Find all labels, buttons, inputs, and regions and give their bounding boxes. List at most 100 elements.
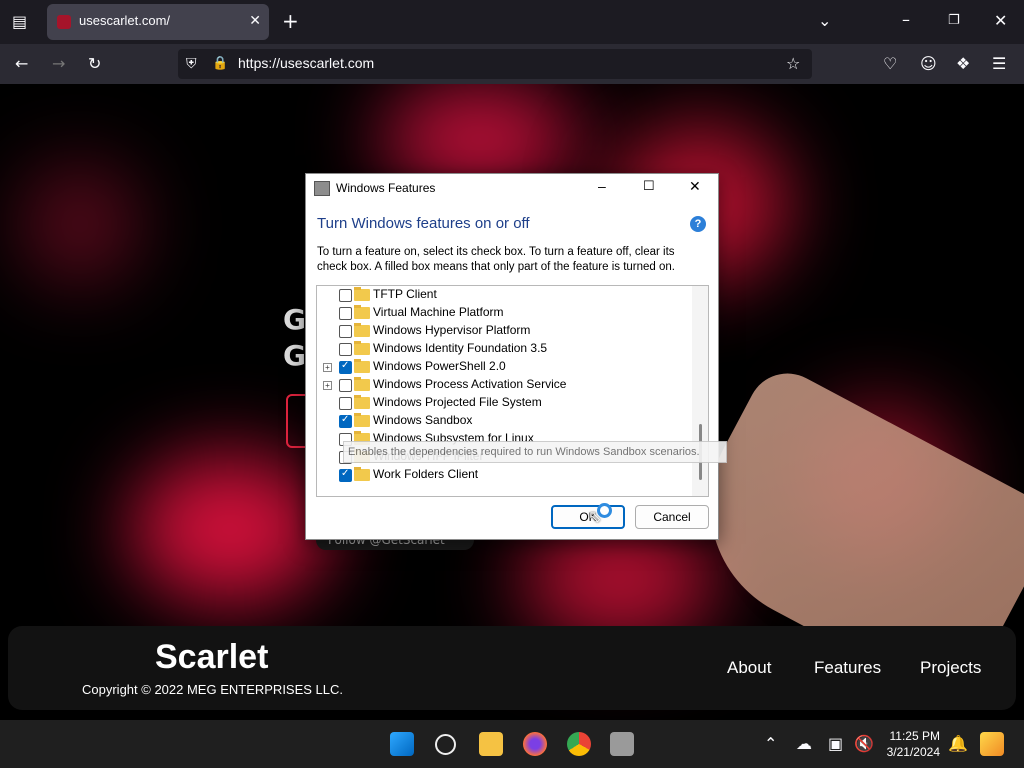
- feature-checkbox[interactable]: [339, 289, 352, 302]
- feature-label[interactable]: Windows Process Activation Service: [373, 377, 566, 391]
- hero-line: G: [283, 339, 306, 372]
- folder-icon: [354, 341, 370, 355]
- background-glow: [130, 454, 330, 604]
- feature-checkbox[interactable]: [339, 360, 352, 374]
- hero-line: G: [283, 303, 306, 336]
- copyright-text: Copyright © 2022 MEG ENTERPRISES LLC.: [82, 682, 344, 697]
- folder-icon: [354, 395, 370, 409]
- help-icon[interactable]: ?: [690, 216, 706, 232]
- clock-date: 3/21/2024: [886, 745, 940, 759]
- network-icon[interactable]: ▣: [828, 736, 843, 752]
- folder-icon: [354, 413, 370, 427]
- folder-icon: [354, 305, 370, 319]
- dialog-minimize-icon[interactable]: –: [598, 178, 606, 194]
- account-icon[interactable]: ☺: [920, 56, 937, 72]
- menu-icon[interactable]: ☰: [992, 56, 1006, 72]
- feature-label[interactable]: Windows Hypervisor Platform: [373, 323, 530, 337]
- feature-label[interactable]: Windows PowerShell 2.0: [373, 359, 506, 373]
- feature-checkbox[interactable]: [339, 397, 352, 410]
- tab-close-icon[interactable]: ✕: [249, 13, 261, 29]
- folder-icon: [354, 377, 370, 391]
- feature-label[interactable]: Windows Sandbox: [373, 413, 472, 427]
- feature-checkbox[interactable]: [339, 414, 352, 428]
- pocket-icon[interactable]: ♡: [883, 56, 897, 72]
- nav-link-projects[interactable]: Projects: [920, 658, 981, 678]
- show-hidden-icons-chevron-icon[interactable]: ⌃: [764, 736, 777, 752]
- expand-icon[interactable]: +: [323, 363, 332, 372]
- onedrive-icon[interactable]: ☁: [796, 736, 812, 752]
- search-icon[interactable]: [435, 734, 456, 755]
- feature-checkbox[interactable]: [339, 325, 352, 338]
- start-menu-icon[interactable]: [390, 732, 414, 756]
- back-icon[interactable]: ←: [15, 56, 28, 72]
- address-bar[interactable]: ⛨ 🔒 https://usescarlet.com ☆: [178, 49, 812, 79]
- folder-icon: [354, 287, 370, 301]
- chrome-icon[interactable]: [567, 732, 591, 756]
- restore-window-icon[interactable]: ❐: [948, 13, 960, 29]
- background-glow: [20, 164, 140, 284]
- windows-features-taskbar-icon[interactable]: [610, 732, 634, 756]
- clock-time: 11:25 PM: [889, 729, 940, 743]
- reload-icon[interactable]: ↻: [88, 56, 101, 72]
- extensions-icon[interactable]: ❖: [956, 56, 970, 72]
- expand-icon[interactable]: +: [323, 381, 332, 390]
- feature-row[interactable]: Work Folders Client: [317, 466, 697, 484]
- folder-icon: [354, 359, 370, 373]
- browser-toolbar: ← → ↻ ⛨ 🔒 https://usescarlet.com ☆ ♡ ☺ ❖…: [0, 44, 1024, 84]
- feature-checkbox[interactable]: [339, 468, 352, 482]
- tab-overview-icon[interactable]: ▤: [12, 14, 27, 30]
- feature-label[interactable]: Windows Projected File System: [373, 395, 542, 409]
- windows-features-dialog: Windows Features – ☐ ✕ Turn Windows feat…: [305, 173, 719, 540]
- dialog-description: To turn a feature on, select its check b…: [317, 246, 675, 273]
- windows-features-icon: [314, 181, 330, 196]
- shield-icon[interactable]: ⛨: [186, 56, 197, 72]
- feature-checkbox[interactable]: [339, 379, 352, 392]
- feature-label[interactable]: Work Folders Client: [373, 467, 478, 481]
- features-tree[interactable]: TFTP Client Virtual Machine Platform Windo…: [316, 285, 709, 497]
- site-favicon-icon: [57, 15, 71, 29]
- system-clock[interactable]: 11:25 PM 3/21/2024: [880, 728, 940, 760]
- file-explorer-icon[interactable]: [479, 732, 503, 756]
- dialog-close-icon[interactable]: ✕: [689, 178, 701, 195]
- close-window-icon[interactable]: ✕: [994, 13, 1007, 29]
- brand-logo[interactable]: Scarlet: [155, 638, 268, 677]
- feature-checkbox[interactable]: [339, 307, 352, 320]
- lock-icon[interactable]: 🔒: [212, 56, 228, 72]
- feature-label[interactable]: Virtual Machine Platform: [373, 305, 504, 319]
- scrollbar[interactable]: [692, 286, 708, 496]
- folder-icon: [354, 323, 370, 337]
- feature-row[interactable]: Windows Sandbox: [317, 412, 697, 430]
- feature-label[interactable]: TFTP Client: [373, 287, 437, 301]
- bookmark-star-icon[interactable]: ☆: [786, 56, 800, 72]
- feature-row[interactable]: Windows Identity Foundation 3.5: [317, 340, 697, 358]
- browser-tab-bar: ▤ usescarlet.com/ ✕ + ⌄ – ❐ ✕: [0, 0, 1024, 44]
- mouse-cursor-icon: ⬁: [588, 507, 602, 526]
- site-footer: Scarlet Copyright © 2022 MEG ENTERPRISES…: [8, 626, 1016, 710]
- new-tab-icon[interactable]: +: [282, 11, 299, 31]
- tab-list-chevron-icon[interactable]: ⌄: [818, 13, 831, 29]
- feature-label[interactable]: Windows Identity Foundation 3.5: [373, 341, 547, 355]
- feature-checkbox[interactable]: [339, 343, 352, 356]
- firefox-icon[interactable]: [523, 732, 547, 756]
- forward-icon[interactable]: →: [52, 56, 65, 72]
- browser-tab[interactable]: usescarlet.com/ ✕: [47, 4, 269, 40]
- dialog-heading: Turn Windows features on or off: [317, 215, 530, 232]
- volume-muted-icon[interactable]: 🔇: [854, 736, 874, 752]
- copilot-icon[interactable]: [980, 732, 1004, 756]
- dialog-title: Windows Features: [336, 181, 436, 195]
- url-text[interactable]: https://usescarlet.com: [238, 55, 374, 71]
- feature-row[interactable]: Windows Hypervisor Platform: [317, 322, 697, 340]
- tab-title: usescarlet.com/: [79, 13, 171, 28]
- feature-row[interactable]: TFTP Client: [317, 286, 697, 304]
- feature-row[interactable]: + Windows PowerShell 2.0: [317, 358, 697, 376]
- windows-taskbar: ⌃ ☁ ▣ 🔇 11:25 PM 3/21/2024 🔔: [0, 720, 1024, 768]
- feature-row[interactable]: Virtual Machine Platform: [317, 304, 697, 322]
- notification-bell-icon[interactable]: 🔔: [948, 736, 968, 752]
- dialog-maximize-icon[interactable]: ☐: [643, 178, 655, 194]
- feature-row[interactable]: + Windows Process Activation Service: [317, 376, 697, 394]
- minimize-window-icon[interactable]: –: [902, 12, 910, 28]
- feature-row[interactable]: Windows Projected File System: [317, 394, 697, 412]
- cancel-button[interactable]: Cancel: [635, 505, 709, 529]
- nav-link-features[interactable]: Features: [814, 658, 881, 678]
- nav-link-about[interactable]: About: [727, 658, 771, 678]
